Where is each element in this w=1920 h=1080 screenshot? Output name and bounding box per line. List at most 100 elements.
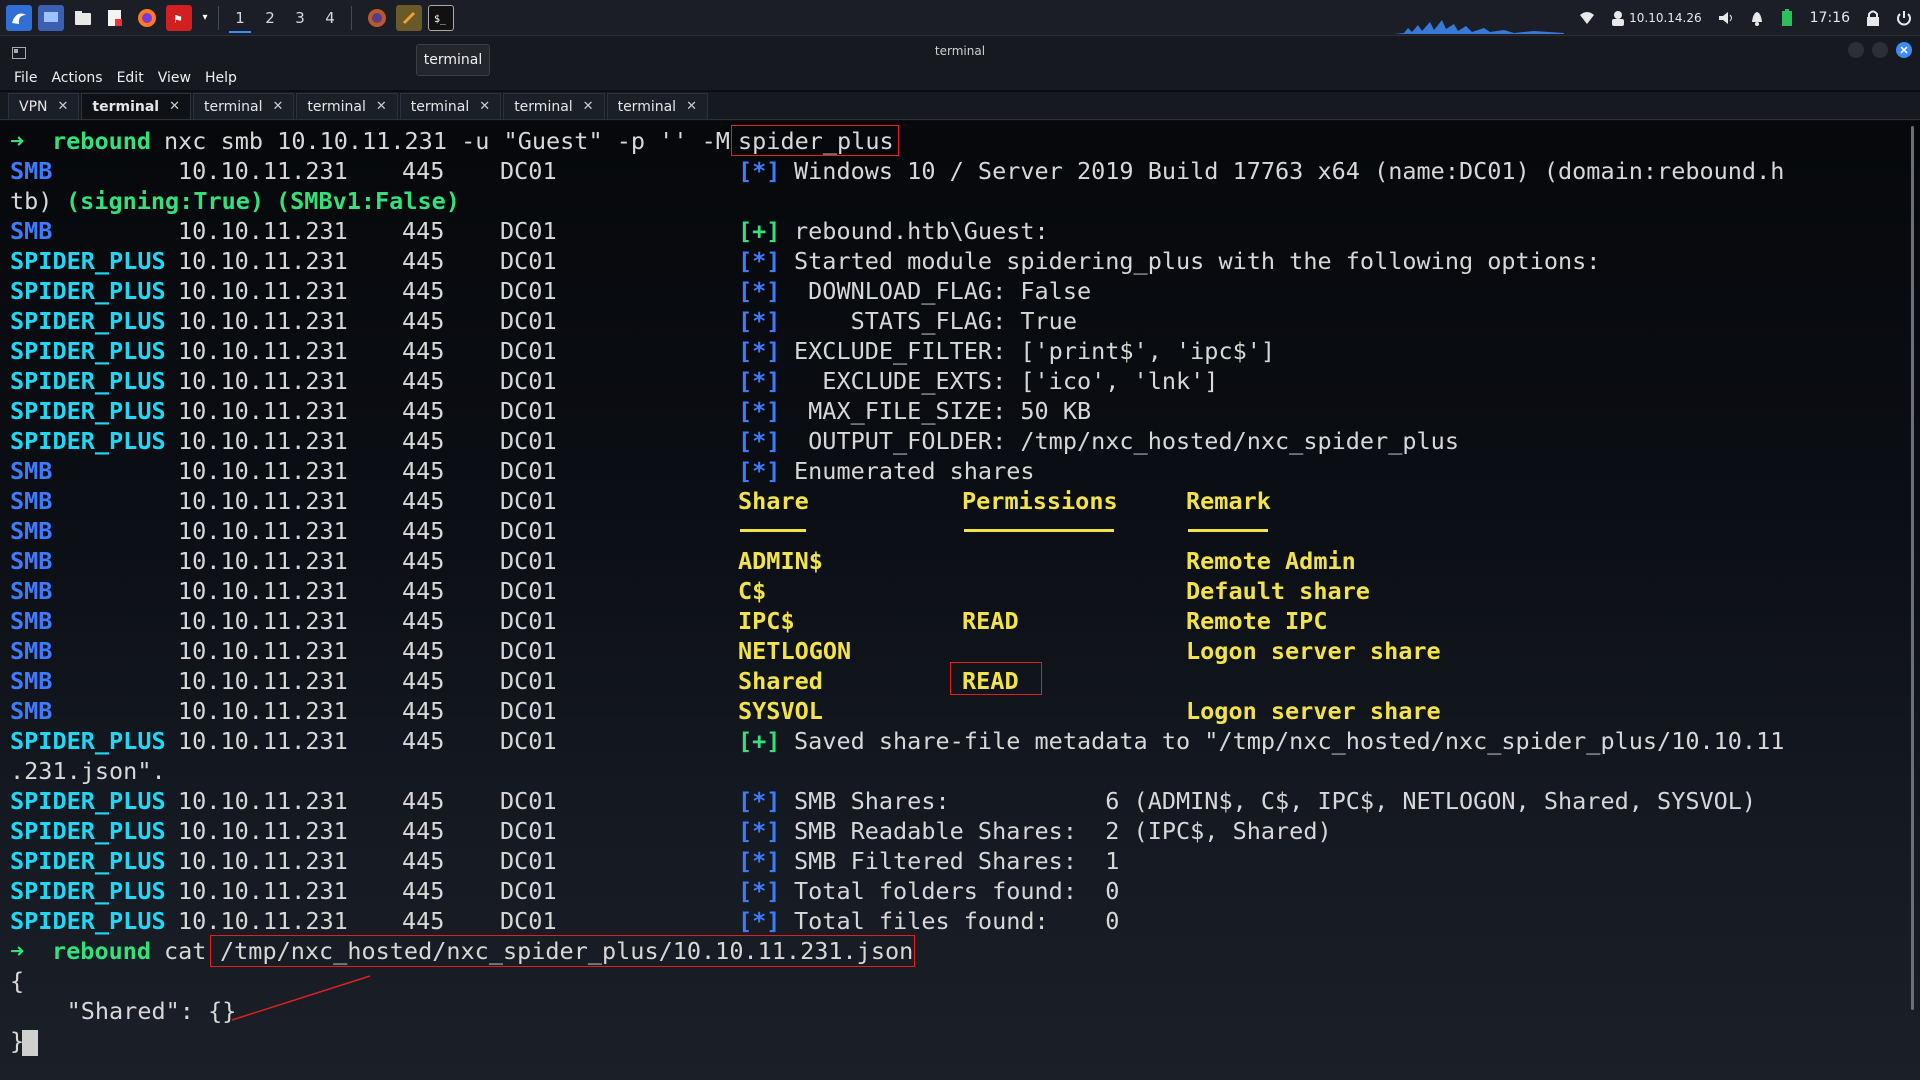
svg-text:⚑: ⚑ xyxy=(173,13,183,25)
command-text: nxc smb 10.10.11.231 -u "Guest" -p '' -M xyxy=(164,127,745,155)
tab-label: terminal xyxy=(92,98,160,115)
share-name: Shared xyxy=(738,667,823,695)
burp-window-icon[interactable] xyxy=(396,4,422,31)
ip-col: 10.10.11.231 xyxy=(178,247,348,275)
clock[interactable]: 17:16 xyxy=(1810,10,1850,26)
workspace-4[interactable]: 4 xyxy=(315,3,345,33)
maximize-button[interactable] xyxy=(1872,42,1888,58)
workspace-label: 4 xyxy=(325,8,335,27)
lock-icon[interactable] xyxy=(1866,10,1880,26)
share-underline-row: SMB 10.10.11.231 445 DC01 xyxy=(10,516,1268,546)
menu-actions[interactable]: Actions xyxy=(51,70,102,86)
header-underline xyxy=(964,529,1114,532)
module-option: EXCLUDE_FILTER: ['print$', 'ipc$'] xyxy=(794,337,1276,365)
firefox-icon[interactable] xyxy=(134,5,160,31)
share-row: SMB 10.10.11.231 445 DC01 C$ Default sha… xyxy=(10,576,1370,606)
text-editor-icon[interactable] xyxy=(102,5,128,31)
tab-terminal-6[interactable]: terminal ✕ xyxy=(606,93,708,119)
close-icon[interactable]: ✕ xyxy=(376,99,387,114)
share-header-row: SMB 10.10.11.231 445 DC01 Share Permissi… xyxy=(10,486,1271,516)
spider-tag: SPIDER_PLUS xyxy=(10,907,166,935)
close-icon[interactable]: ✕ xyxy=(479,99,490,114)
host-col: DC01 xyxy=(500,817,557,845)
host-col: DC01 xyxy=(500,157,557,185)
battery-icon[interactable] xyxy=(1780,9,1794,27)
network-graph xyxy=(1394,20,1564,34)
share-name: IPC$ xyxy=(738,607,795,635)
smb-tag: SMB xyxy=(10,157,53,185)
port-col: 445 xyxy=(402,667,445,695)
host-col: DC01 xyxy=(500,397,557,425)
ip-col: 10.10.11.231 xyxy=(178,847,348,875)
close-icon[interactable]: ✕ xyxy=(686,99,697,114)
tab-terminal-4[interactable]: terminal ✕ xyxy=(399,93,502,119)
kali-menu-icon[interactable] xyxy=(6,4,32,31)
share-remark: Remote IPC xyxy=(1186,607,1328,635)
window-titlebar[interactable]: terminal xyxy=(0,36,1920,66)
port-col: 445 xyxy=(402,157,445,185)
header-remark: Remark xyxy=(1186,487,1271,515)
json-shared: "Shared": {} xyxy=(10,997,237,1025)
terminal-window-icon[interactable]: $_ xyxy=(428,4,454,31)
close-icon[interactable]: ✕ xyxy=(273,99,284,114)
chevron-down-icon[interactable]: ▾ xyxy=(198,5,212,31)
tab-label: terminal xyxy=(307,98,366,115)
workspace-1[interactable]: 1 xyxy=(225,3,255,33)
close-icon[interactable]: ✕ xyxy=(583,99,594,114)
close-icon[interactable]: ✕ xyxy=(169,99,180,114)
os-info-cont: tb) xyxy=(10,187,67,215)
ip-col: 10.10.11.231 xyxy=(178,547,348,575)
ip-col: 10.10.11.231 xyxy=(178,637,348,665)
ip-col: 10.10.11.231 xyxy=(178,907,348,935)
share-name: NETLOGON xyxy=(738,637,852,665)
share-permission: READ xyxy=(962,607,1019,635)
app-icon[interactable]: ⚑ xyxy=(166,4,192,31)
ip-col: 10.10.11.231 xyxy=(178,397,348,425)
menu-view[interactable]: View xyxy=(158,70,191,86)
share-remark: Remote Admin xyxy=(1186,547,1356,575)
status-marker: [*] xyxy=(738,277,781,305)
vpn-user-icon[interactable] xyxy=(1611,10,1625,26)
tab-vpn[interactable]: VPN ✕ xyxy=(8,93,80,119)
status-marker: [*] xyxy=(738,307,781,335)
menu-edit[interactable]: Edit xyxy=(117,70,144,86)
status-marker: [*] xyxy=(738,787,781,815)
menu-file[interactable]: File xyxy=(14,70,37,86)
smb-tag: SMB xyxy=(10,487,53,515)
status-marker: [*] xyxy=(738,337,781,365)
share-remark: Logon server share xyxy=(1186,637,1441,665)
close-button[interactable] xyxy=(1896,42,1912,58)
minimize-button[interactable] xyxy=(1848,42,1864,58)
tab-terminal-3[interactable]: terminal ✕ xyxy=(296,93,398,119)
status-marker: [*] xyxy=(738,247,781,275)
host-col: DC01 xyxy=(500,847,557,875)
workspace-3[interactable]: 3 xyxy=(285,3,315,33)
tab-terminal-5[interactable]: terminal ✕ xyxy=(503,93,605,119)
tab-terminal-2[interactable]: terminal ✕ xyxy=(193,93,295,119)
scrollbar[interactable] xyxy=(1911,126,1914,1010)
tab-terminal-1[interactable]: terminal ✕ xyxy=(81,93,192,119)
smb-tag: SMB xyxy=(10,637,53,665)
panel-divider xyxy=(218,5,219,30)
module-option: OUTPUT_FOLDER: /tmp/nxc_hosted/nxc_spide… xyxy=(794,427,1459,455)
auth-result: rebound.htb\Guest: xyxy=(794,217,1049,245)
stats-text: SMB Shares: 6 (ADMIN$, C$, IPC$, NETLOGO… xyxy=(794,787,1757,815)
saved-text: Saved share-file metadata to "/tmp/nxc_h… xyxy=(794,727,1785,755)
notification-bell-icon[interactable] xyxy=(1750,10,1764,26)
close-icon[interactable]: ✕ xyxy=(58,99,69,114)
host-col: DC01 xyxy=(500,277,557,305)
power-icon[interactable] xyxy=(1896,10,1912,26)
menu-help[interactable]: Help xyxy=(205,70,237,86)
firefox-window-icon[interactable] xyxy=(364,5,390,31)
header-share: Share xyxy=(738,487,809,515)
port-col: 445 xyxy=(402,817,445,845)
workspace-2[interactable]: 2 xyxy=(255,3,285,33)
spider-tag: SPIDER_PLUS xyxy=(10,847,166,875)
volume-icon[interactable] xyxy=(1718,11,1734,25)
ip-col: 10.10.11.231 xyxy=(178,727,348,755)
desktop-icon[interactable] xyxy=(38,4,64,31)
port-col: 445 xyxy=(402,907,445,935)
file-manager-icon[interactable] xyxy=(70,5,96,31)
wifi-icon[interactable] xyxy=(1579,11,1595,25)
smb-tag: SMB xyxy=(10,577,53,605)
